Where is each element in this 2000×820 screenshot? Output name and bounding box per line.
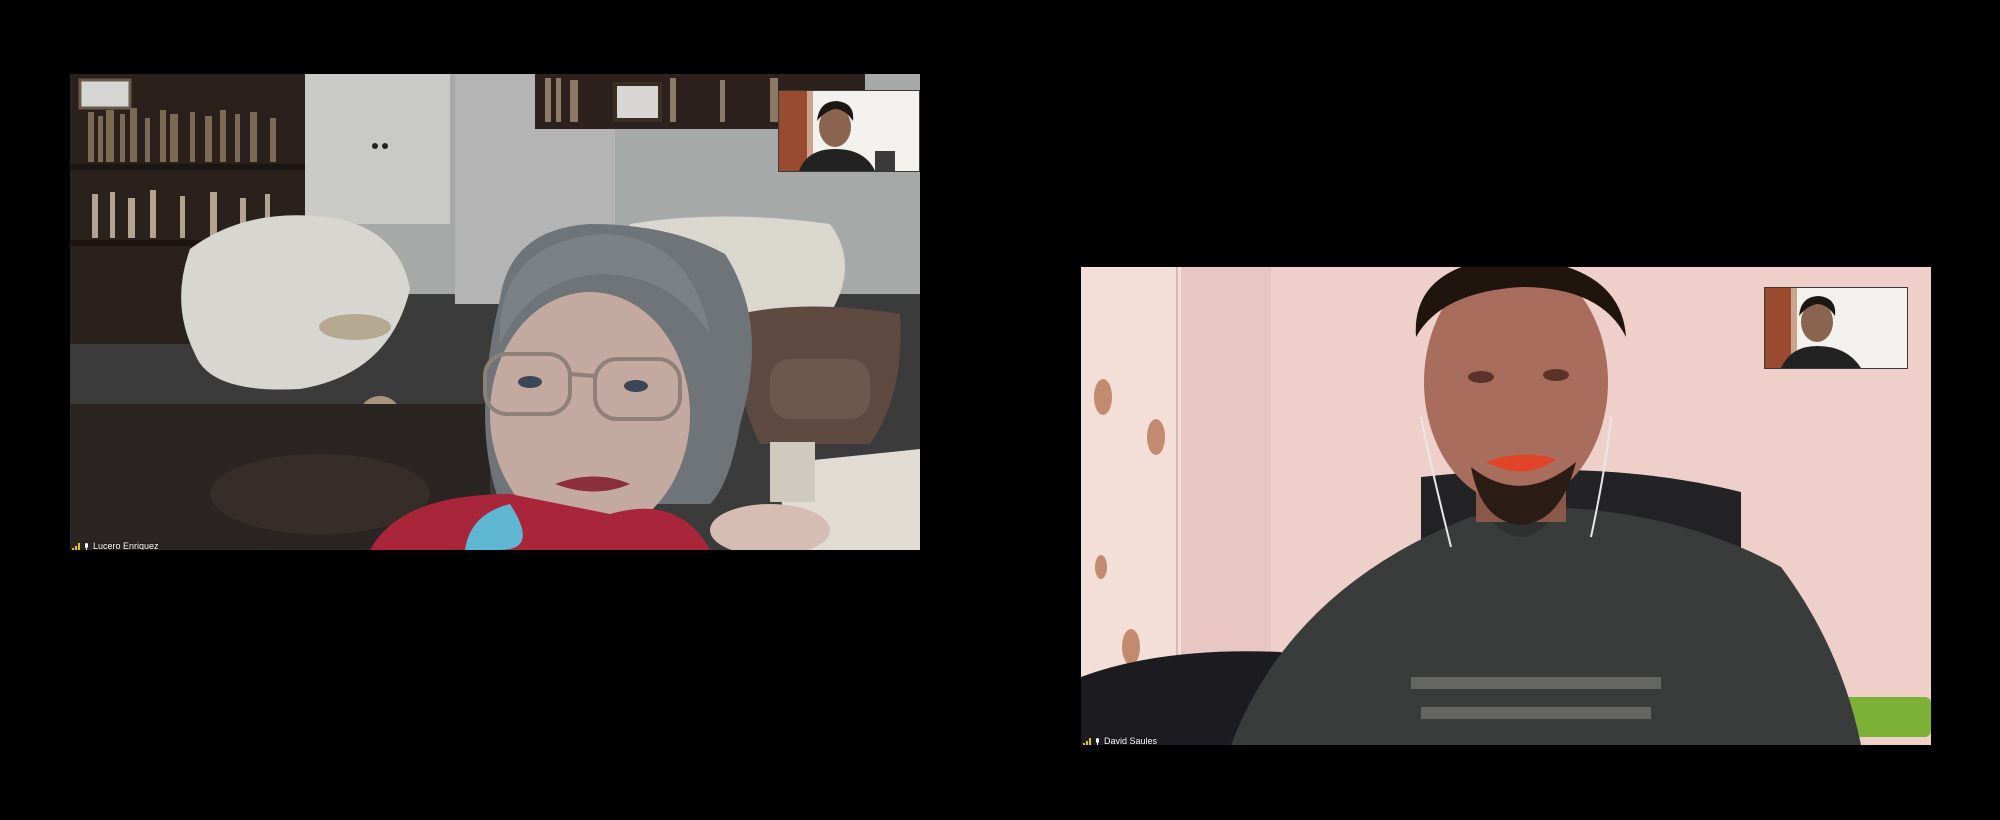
- microphone-icon: [1095, 737, 1100, 745]
- signal-strength-icon: [72, 542, 80, 550]
- participant-name: Lucero Enriquez: [93, 541, 159, 550]
- participant-name-tag: Lucero Enriquez: [72, 541, 159, 550]
- participant-name: David Saules: [1104, 736, 1158, 745]
- participant-name-tag: David Saules: [1083, 736, 1157, 745]
- microphone-icon: [84, 542, 89, 550]
- self-view-thumbnail[interactable]: [1764, 287, 1908, 369]
- self-view-video: [779, 91, 919, 171]
- video-tile-lucero[interactable]: Lucero Enriquez: [70, 74, 920, 550]
- video-tile-david[interactable]: David Saules: [1081, 267, 1931, 745]
- signal-strength-icon: [1083, 737, 1091, 745]
- self-view-video: [1765, 288, 1907, 368]
- self-view-thumbnail[interactable]: [778, 90, 920, 172]
